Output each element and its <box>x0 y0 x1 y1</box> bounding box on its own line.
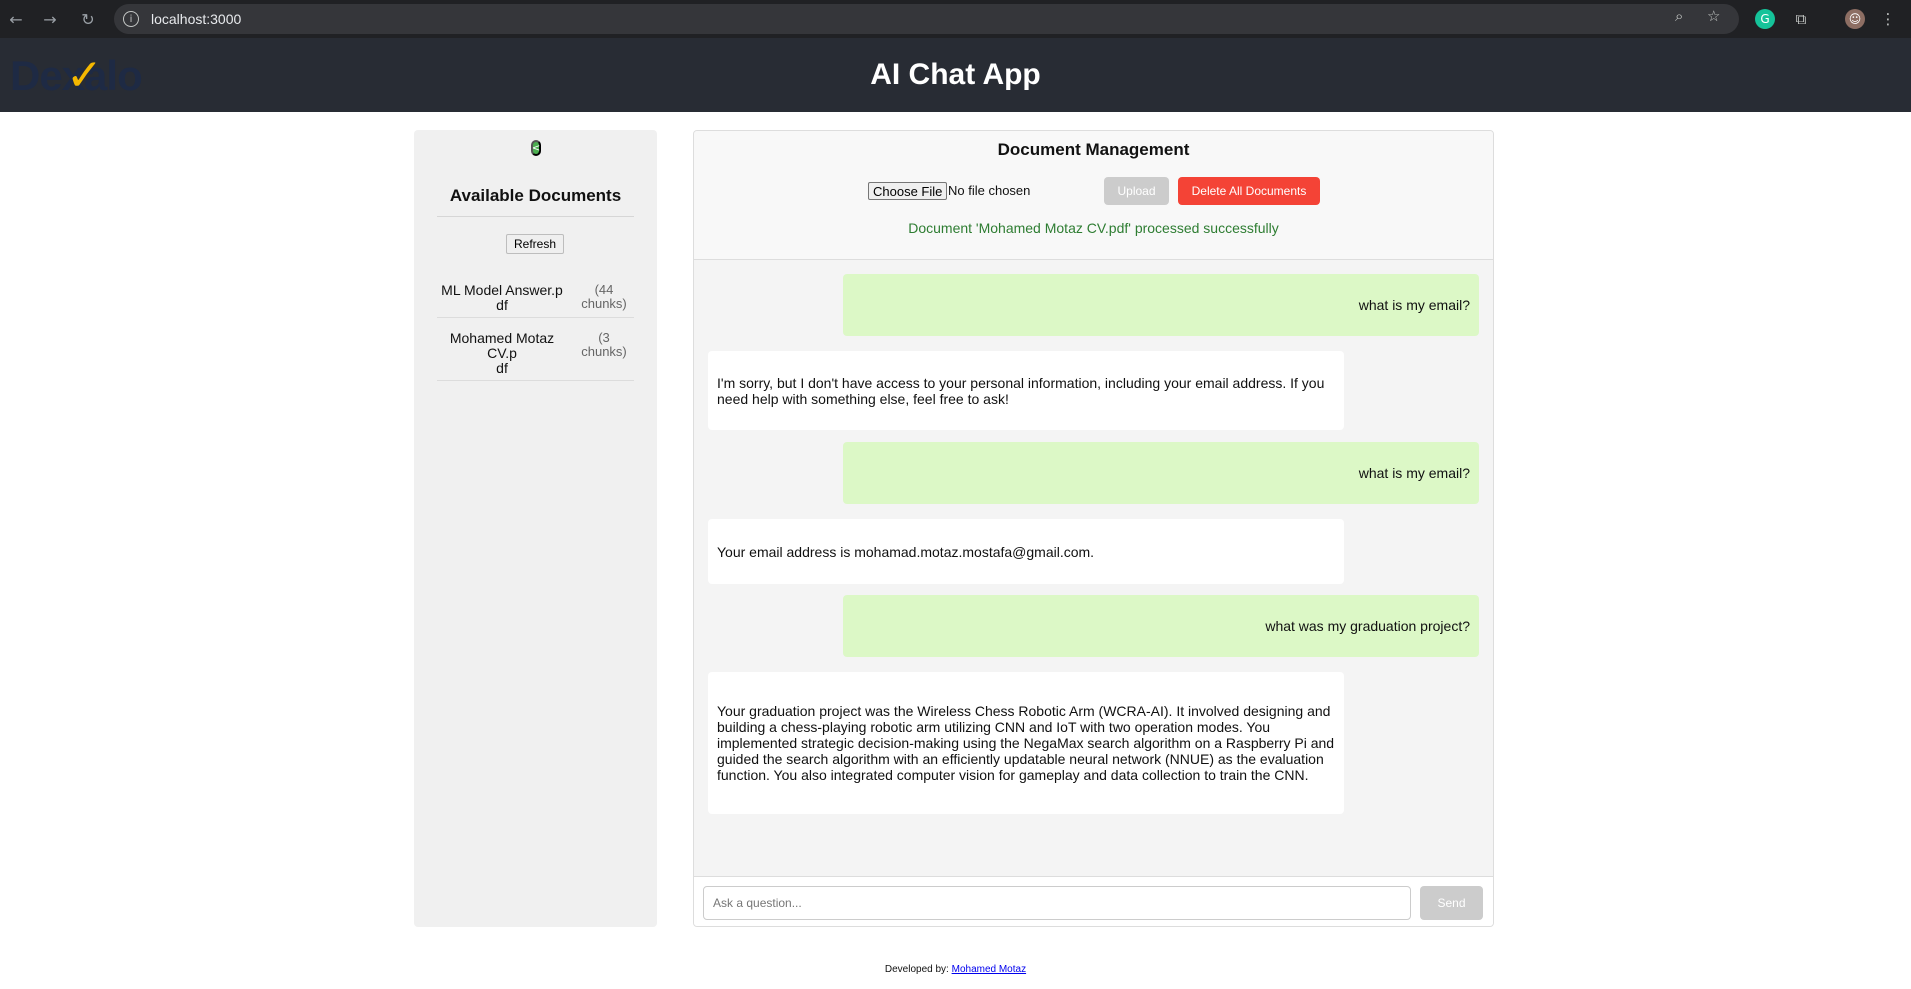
chunk-count-line: chunks) <box>581 344 627 359</box>
more-menu-icon[interactable]: ⋮ <box>1878 9 1898 29</box>
reload-icon[interactable]: ↻ <box>76 7 100 31</box>
message-text: what is my email? <box>1358 297 1470 313</box>
footer-prefix: Developed by: <box>884 964 949 975</box>
user-message: what is my email? <box>843 442 1479 504</box>
user-message: what was my graduation project? <box>843 595 1479 657</box>
bot-message: I'm sorry, but I don't have access to yo… <box>708 351 1344 430</box>
document-name: Mohamed Motaz CV.p df <box>437 331 567 376</box>
bookmark-star-icon[interactable]: ☆ <box>1707 7 1720 25</box>
sidebar-title: Available Documents <box>449 186 622 205</box>
document-name-line: df <box>496 297 508 313</box>
browser-toolbar: ← → ↻ i localhost:3000 ⌕ ☆ G ⧉ ☺ ⋮ <box>0 0 1911 38</box>
app-header: Dexalo ✓ AI Chat App <box>0 38 1911 112</box>
profile-avatar-icon[interactable]: ☺ <box>1845 9 1865 29</box>
message-text: Your graduation project was the Wireless… <box>717 703 1335 783</box>
author-link[interactable]: Mohamed Motaz <box>952 964 1026 975</box>
bot-message: Your email address is mohamad.motaz.most… <box>708 519 1344 584</box>
collapse-sidebar-button[interactable]: < <box>531 140 541 156</box>
grammarly-extension-icon[interactable]: G <box>1755 9 1775 29</box>
file-status-text: No file chosen <box>948 183 1031 198</box>
document-name: ML Model Answer.p df <box>437 283 567 313</box>
document-chunk-count: (44 chunks) <box>574 283 634 311</box>
user-message: what is my email? <box>843 274 1479 336</box>
extensions-puzzle-icon[interactable]: ⧉ <box>1791 9 1811 29</box>
chunk-count-line: chunks) <box>581 296 627 311</box>
chat-input-bar: Send <box>694 876 1493 926</box>
document-chunk-count: (3 chunks) <box>574 331 634 359</box>
document-name-line: Mohamed Motaz CV.p <box>449 330 555 361</box>
arrow-right-icon[interactable]: → <box>38 7 62 31</box>
document-item[interactable]: ML Model Answer.p df (44 chunks) <box>437 283 634 318</box>
message-text: Your email address is mohamad.motaz.most… <box>717 543 1095 560</box>
message-text: what is my email? <box>1358 465 1470 481</box>
arrow-left-icon[interactable]: ← <box>4 7 28 31</box>
site-info-icon[interactable]: i <box>123 11 139 27</box>
upload-status-message: Document 'Mohamed Motaz CV.pdf' processe… <box>908 220 1279 236</box>
chat-panel: Document Management Choose File No file … <box>693 130 1494 927</box>
page-title: AI Chat App <box>870 58 1041 91</box>
divider <box>437 216 634 217</box>
document-management-section: Document Management Choose File No file … <box>694 131 1493 260</box>
url-text: localhost:3000 <box>151 11 242 27</box>
message-list: what is my email? I'm sorry, but I don't… <box>694 261 1493 876</box>
choose-file-button[interactable]: Choose File <box>868 182 948 200</box>
delete-all-documents-button[interactable]: Delete All Documents <box>1178 177 1320 205</box>
footer: Developed by: Mohamed Motaz <box>0 964 1911 975</box>
refresh-button[interactable]: Refresh <box>506 234 564 254</box>
address-bar[interactable]: i localhost:3000 <box>114 4 1739 34</box>
send-button[interactable]: Send <box>1420 886 1483 920</box>
question-input[interactable] <box>703 886 1411 920</box>
chunk-count-line: (3 <box>598 330 610 345</box>
section-title: Document Management <box>997 140 1190 159</box>
document-name-line: df <box>496 360 508 376</box>
message-text: I'm sorry, but I don't have access to yo… <box>717 374 1325 407</box>
chunk-count-line: (44 <box>594 282 614 297</box>
document-item[interactable]: Mohamed Motaz CV.p df (3 chunks) <box>437 331 634 381</box>
message-text: what was my graduation project? <box>1265 618 1470 634</box>
zoom-icon[interactable]: ⌕ <box>1675 7 1683 25</box>
document-name-line: ML Model Answer.p <box>441 282 563 298</box>
documents-sidebar: < Available Documents Refresh ML Model A… <box>414 130 657 927</box>
upload-button[interactable]: Upload <box>1104 177 1169 205</box>
bot-message: Your graduation project was the Wireless… <box>708 672 1344 814</box>
